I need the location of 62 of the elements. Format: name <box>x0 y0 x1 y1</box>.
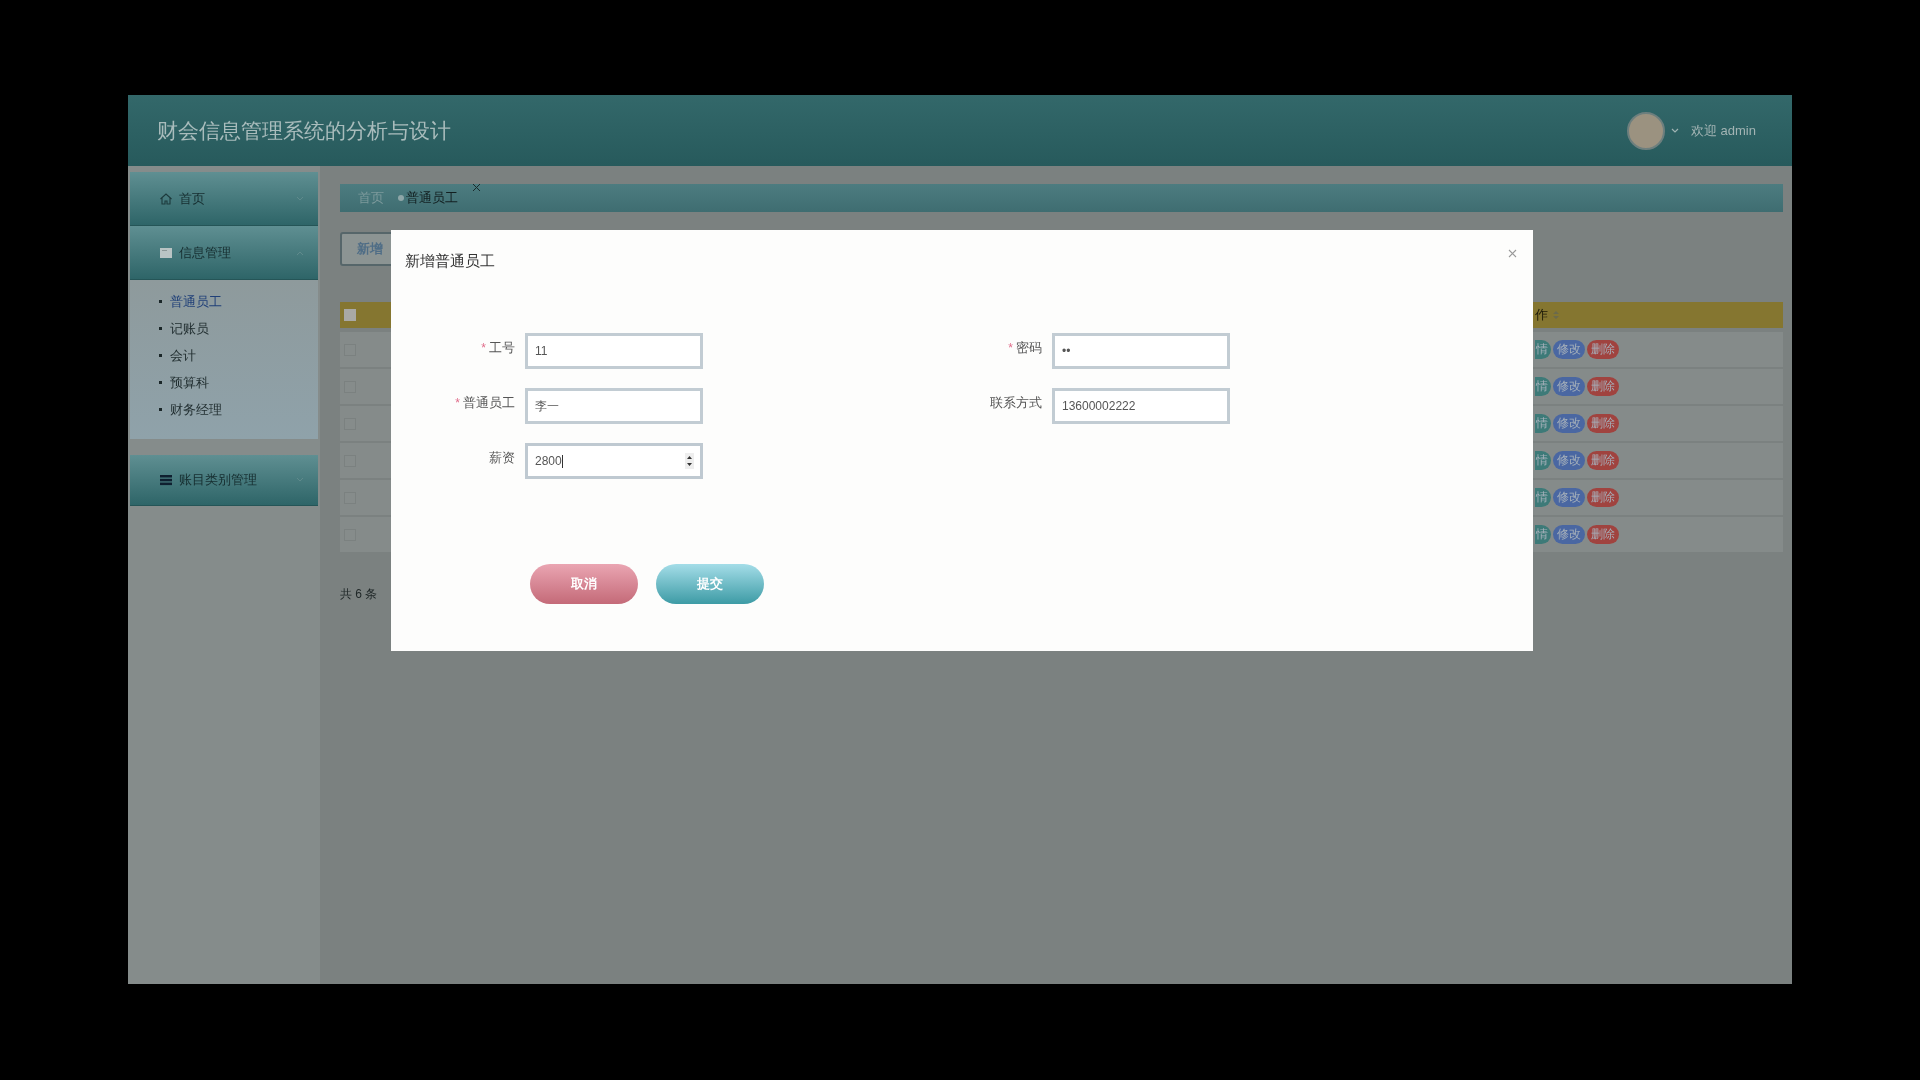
field-label: 薪资 <box>489 450 515 465</box>
edit-button[interactable]: 修改 <box>1553 377 1585 396</box>
close-icon[interactable] <box>472 183 481 192</box>
submenu-item[interactable]: 记账员 <box>170 319 209 338</box>
detail-button[interactable]: 情 <box>1535 414 1551 433</box>
bullet-icon <box>159 300 162 303</box>
menu-item[interactable]: 账目类别管理 <box>130 455 318 506</box>
menu-item[interactable]: 信息管理 <box>130 226 318 280</box>
field-label: 工号 <box>489 340 515 355</box>
edit-button[interactable]: 修改 <box>1553 488 1585 507</box>
field-label: 普通员工 <box>463 395 515 410</box>
sort-icon <box>1553 310 1559 320</box>
submenu-item[interactable]: 财务经理 <box>170 400 222 419</box>
required-mark: * <box>1008 341 1013 355</box>
cancel-button[interactable]: 取消 <box>530 564 638 604</box>
detail-button[interactable]: 情 <box>1535 377 1551 396</box>
app-title: 财会信息管理系统的分析与设计 <box>157 117 451 144</box>
welcome-text: 欢迎 admin <box>1690 121 1756 140</box>
bullet-icon <box>159 381 162 384</box>
delete-button[interactable]: 删除 <box>1587 451 1619 470</box>
list-icon <box>159 473 173 487</box>
input-field[interactable]: 13600002222 <box>1052 388 1230 424</box>
delete-button[interactable]: 删除 <box>1587 488 1619 507</box>
column-header: 作 <box>1535 306 1548 324</box>
input-field[interactable]: 李一 <box>525 388 703 424</box>
submenu-item[interactable]: 预算科 <box>170 373 209 392</box>
delete-button[interactable]: 删除 <box>1587 340 1619 359</box>
password-field[interactable]: •• <box>1052 333 1230 369</box>
submenu-item[interactable]: 普通员工 <box>170 292 222 311</box>
bullet-icon <box>159 327 162 330</box>
edit-button[interactable]: 修改 <box>1553 451 1585 470</box>
required-mark: * <box>481 341 486 355</box>
avatar-icon[interactable] <box>1626 111 1665 150</box>
submenu-item[interactable]: 会计 <box>170 346 196 365</box>
bullet-icon <box>159 354 162 357</box>
checkbox[interactable] <box>344 309 356 321</box>
delete-button[interactable]: 删除 <box>1587 414 1619 433</box>
detail-button[interactable]: 情 <box>1535 525 1551 544</box>
total-count: 共 6 条 <box>340 586 379 603</box>
detail-button[interactable]: 情 <box>1535 340 1551 359</box>
detail-button[interactable]: 情 <box>1535 488 1551 507</box>
caret-icon[interactable] <box>1670 127 1679 134</box>
home-icon <box>159 191 173 206</box>
submit-button[interactable]: 提交 <box>656 564 764 604</box>
spinner-icon <box>685 453 694 469</box>
dot-icon <box>398 195 404 201</box>
field-label: 联系方式 <box>990 395 1042 410</box>
edit-button[interactable]: 修改 <box>1553 414 1585 433</box>
tab[interactable]: 普通员工 <box>406 189 458 207</box>
edit-button[interactable]: 修改 <box>1553 340 1585 359</box>
number-field[interactable]: 2800 <box>525 443 703 479</box>
close-icon[interactable] <box>1508 249 1517 258</box>
required-mark: * <box>455 396 460 410</box>
edit-button[interactable]: 修改 <box>1553 525 1585 544</box>
menu-item[interactable]: 首页 <box>130 172 318 226</box>
delete-button[interactable]: 删除 <box>1587 525 1619 544</box>
bullet-icon <box>159 408 162 411</box>
card-icon <box>159 245 173 260</box>
delete-button[interactable]: 删除 <box>1587 377 1619 396</box>
input-field[interactable]: 11 <box>525 333 703 369</box>
field-label: 密码 <box>1016 340 1042 355</box>
detail-button[interactable]: 情 <box>1535 451 1551 470</box>
